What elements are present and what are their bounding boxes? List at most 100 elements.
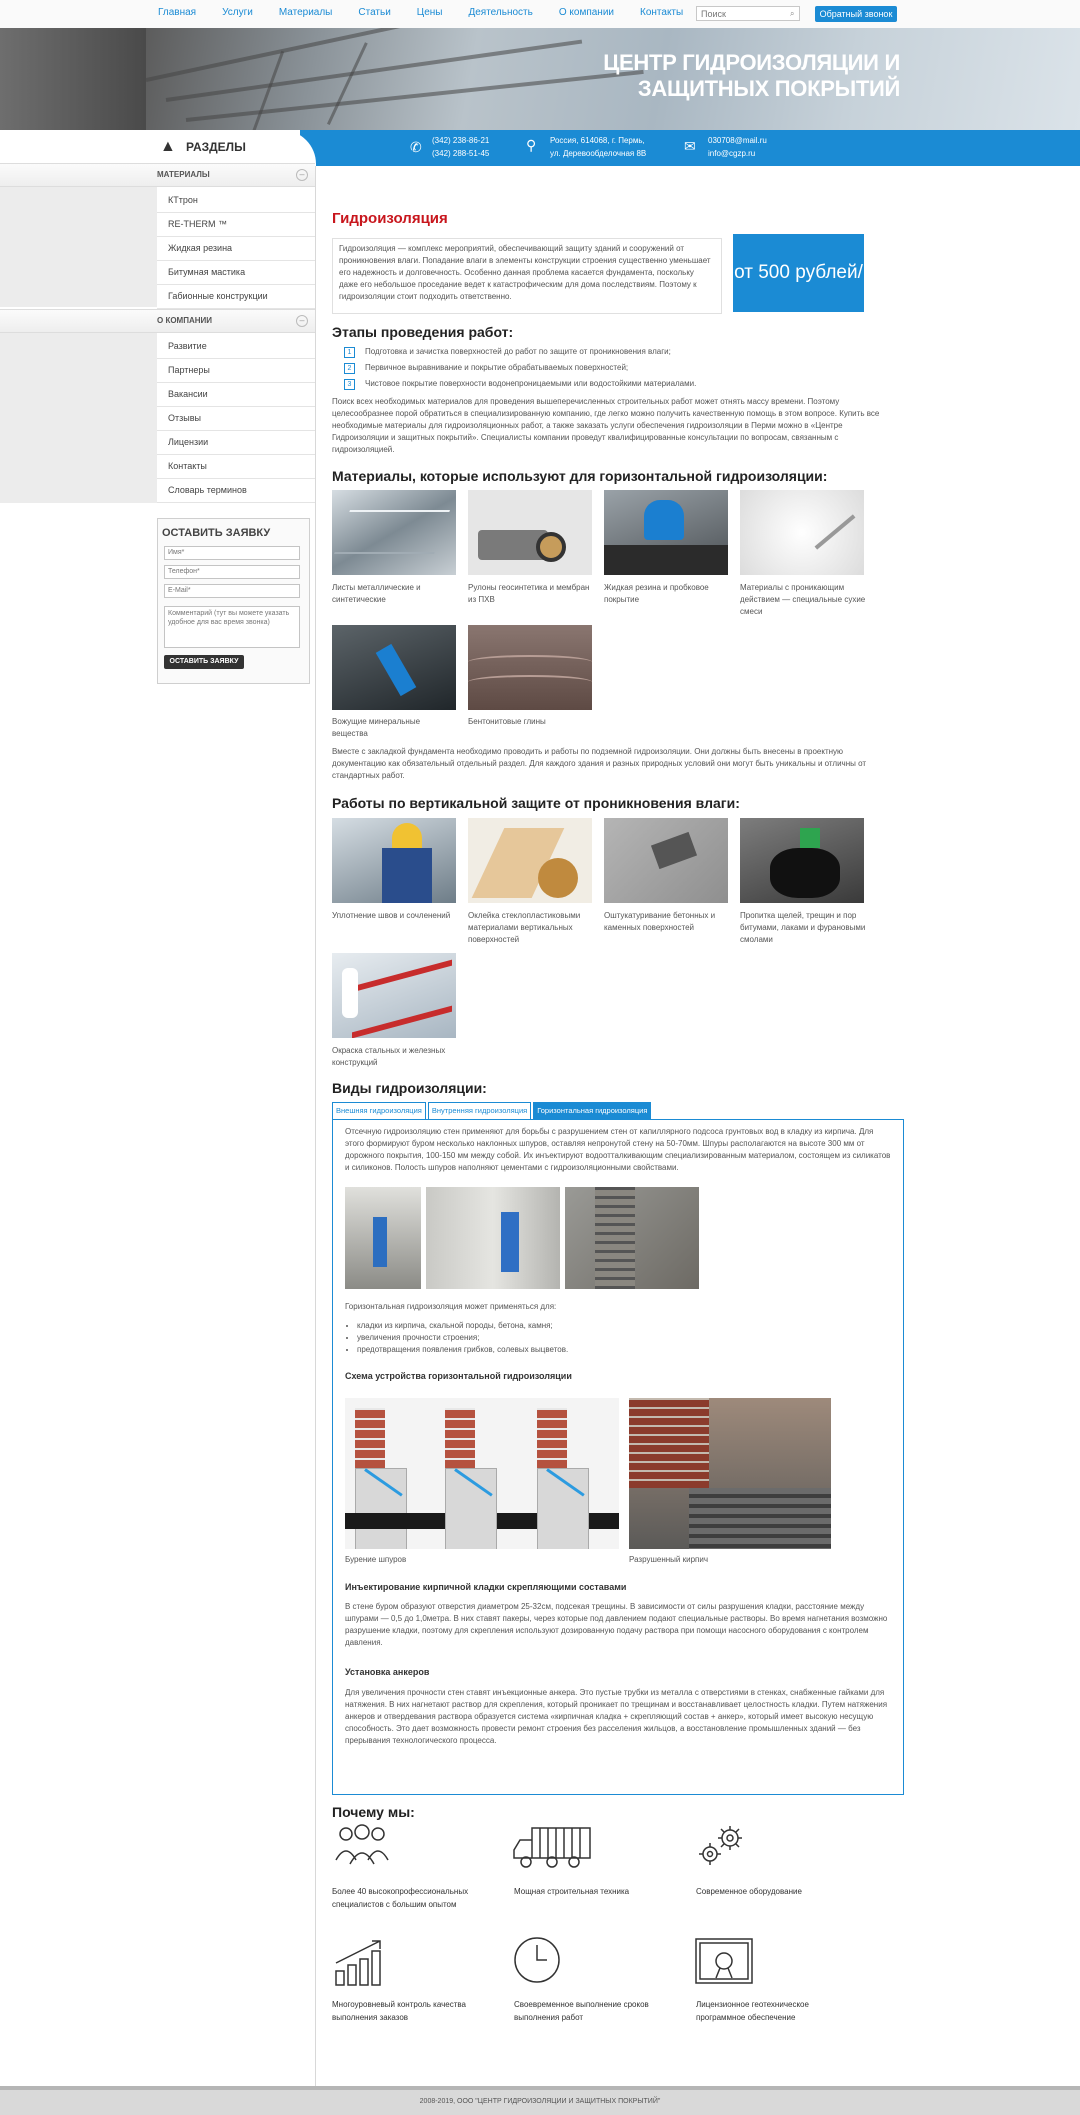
- step-text: Подготовка и зачистка поверхностей до ра…: [365, 347, 671, 356]
- sidebar-item-bitumen-mastic[interactable]: Битумная мастика: [157, 260, 315, 285]
- search-icon[interactable]: ⌕: [790, 9, 794, 19]
- membrane-rolls-image: [468, 490, 592, 575]
- sidebar-item-label: Битумная мастика: [168, 267, 246, 277]
- applied-intro: Горизонтальная гидроизоляция может приме…: [345, 1302, 557, 1311]
- scheme-caption: Разрушенный кирпич: [629, 1555, 708, 1564]
- submit-request-button[interactable]: ОСТАВИТЬ ЗАЯВКУ: [164, 655, 244, 669]
- step-number: 2: [344, 363, 355, 374]
- sidebar-item-licenses[interactable]: Лицензии: [157, 430, 315, 455]
- phone-field[interactable]: Телефон*: [164, 565, 300, 579]
- vertical-caption: Окраска стальных и железных конструкций: [332, 1046, 446, 1067]
- clock-icon: [514, 1937, 560, 1983]
- section-title-materials: МАТЕРИАЛЫ: [157, 170, 210, 179]
- top-navigation: Главная Услуги Материалы Статьи Цены Дея…: [0, 0, 1080, 29]
- callback-button[interactable]: Обратный звонок: [815, 6, 897, 22]
- sidebar-item-liquid-rubber[interactable]: Жидкая резина: [157, 236, 315, 261]
- nav-about[interactable]: О компании: [559, 7, 614, 18]
- vertical-caption: Пропитка щелей, трещин и пор битумами, л…: [740, 911, 866, 944]
- sidebar-section-materials[interactable]: МАТЕРИАЛЫ –: [0, 163, 315, 187]
- anchor-title: Установка анкеров: [345, 1667, 430, 1677]
- vertical-caption: Оштукатуривание бетонных и каменных пове…: [604, 911, 716, 932]
- sidebar-item-label: КТтрон: [168, 195, 198, 205]
- sidebar-item-label: Габионные конструкции: [168, 291, 268, 301]
- sidebar-divider: [315, 166, 316, 2086]
- specialists-icon: [335, 1824, 389, 1865]
- why-item-text: Многоуровневый контроль качества выполне…: [332, 2000, 466, 2022]
- sidebar-item-gabions[interactable]: Габионные конструкции: [157, 284, 315, 309]
- wall-photo: [565, 1187, 699, 1289]
- sidebar-item-reviews[interactable]: Отзывы: [157, 406, 315, 431]
- phone-icon: ✆: [410, 139, 422, 155]
- site-title-line1: ЦЕНТР ГИДРОИЗОЛЯЦИИ И: [603, 50, 900, 75]
- impregnation-image: [740, 818, 864, 903]
- tab-horizontal[interactable]: Горизонтальная гидроизоляция: [533, 1102, 652, 1119]
- anchor-text: Для увеличения прочности стен ставят инъ…: [345, 1688, 888, 1745]
- truck-icon: [513, 1827, 591, 1868]
- sidebar-item-retherm[interactable]: RE-THERM ™: [157, 212, 315, 237]
- worker-photo: [426, 1187, 560, 1289]
- sidebar-item-label: Партнеры: [168, 365, 210, 375]
- nav-services[interactable]: Услуги: [222, 7, 253, 18]
- tab-panel-horizontal: Отсечную гидроизоляцию стен применяют дл…: [332, 1119, 904, 1795]
- intro-text: Гидроизоляция — комплекс мероприятий, об…: [339, 244, 711, 301]
- scheme-title: Схема устройства горизонтальной гидроизо…: [345, 1371, 572, 1381]
- sidebar-item-label: Вакансии: [168, 389, 208, 399]
- sidebar-item-label: Жидкая резина: [168, 243, 233, 253]
- gears-icon: [699, 1826, 742, 1865]
- contact-emails: 030708@mail.ru info@cgzp.ru: [708, 134, 767, 160]
- list-item: предотвращения появления грибков, солевы…: [357, 1344, 568, 1356]
- nav-contacts[interactable]: Контакты: [640, 7, 683, 18]
- sidebar-item-partners[interactable]: Партнеры: [157, 358, 315, 383]
- intro-box: Гидроизоляция — комплекс мероприятий, об…: [332, 238, 722, 314]
- email-2[interactable]: info@cgzp.ru: [708, 147, 767, 160]
- section-title-company: О КОМПАНИИ: [157, 316, 213, 325]
- mail-icon: ✉: [684, 138, 696, 154]
- tab-external[interactable]: Внешняя гидроизоляция: [332, 1102, 426, 1119]
- drilling-photo: [345, 1187, 421, 1289]
- sidebar-section-company[interactable]: О КОМПАНИИ –: [0, 309, 315, 333]
- email-field[interactable]: E-Mail*: [164, 584, 300, 598]
- sidebar-item-vacancies[interactable]: Вакансии: [157, 382, 315, 407]
- price-badge: от 500 рублей/м2: [733, 234, 864, 361]
- vertical-caption: Оклейка стеклопластиковыми материалами в…: [468, 911, 581, 944]
- sidebar-item-ktron[interactable]: КТтрон: [157, 188, 315, 213]
- contact-bar: ✆ (342) 238-86-21 (342) 288-51-45 ⚲ Росс…: [300, 130, 1080, 166]
- sidebar-item-label: RE-THERM ™: [168, 219, 227, 229]
- sidebar-title: РАЗДЕЛЫ: [186, 140, 246, 154]
- phone-1[interactable]: (342) 238-86-21: [432, 134, 489, 147]
- sidebar-item-label: Развитие: [168, 341, 207, 351]
- nav-home[interactable]: Главная: [158, 7, 196, 18]
- phone-2[interactable]: (342) 288-51-45: [432, 147, 489, 160]
- email-1[interactable]: 030708@mail.ru: [708, 134, 767, 147]
- search-input[interactable]: [696, 6, 800, 21]
- sidebar-item-development[interactable]: Развитие: [157, 334, 315, 359]
- sidebar-header: ▲ РАЗДЕЛЫ: [0, 130, 316, 166]
- sidebar-item-contacts[interactable]: Контакты: [157, 454, 315, 479]
- liquid-rubber-image: [604, 490, 728, 575]
- address-line1: Россия, 614068, г. Пермь,: [550, 136, 645, 145]
- tab-internal[interactable]: Внутренняя гидроизоляция: [427, 1102, 532, 1119]
- nav-articles[interactable]: Статьи: [358, 7, 390, 18]
- comment-field[interactable]: Комментарий (тут вы можете указать удобн…: [164, 606, 300, 648]
- step-text: Первичное выравнивание и покрытие обраба…: [365, 363, 629, 372]
- site-title-line2: ЗАЩИТНЫХ ПОКРЫТИЙ: [637, 76, 900, 101]
- nav-prices[interactable]: Цены: [417, 7, 443, 18]
- nav-activity[interactable]: Деятельность: [468, 7, 532, 18]
- sidebar-item-label: Отзывы: [168, 413, 201, 423]
- why-item-text: Более 40 высокопрофессиональных специали…: [332, 1887, 469, 1909]
- sidebar-item-label: Лицензии: [168, 437, 209, 447]
- material-caption: Рулоны геосинтетика и мембран из ПХВ: [468, 583, 590, 604]
- collapse-icon[interactable]: –: [296, 169, 308, 181]
- contact-address: Россия, 614068, г. Пермь, ул. Деревообде…: [550, 134, 646, 160]
- sidebar-item-glossary[interactable]: Словарь терминов: [157, 478, 315, 503]
- material-caption: Листы металлические и синтетические: [332, 583, 421, 604]
- quality-chart-icon: [335, 1940, 381, 1986]
- material-caption: Материалы с проникающим действием — спец…: [740, 583, 866, 616]
- name-field[interactable]: Имя*: [164, 546, 300, 560]
- damaged-brick-photo: [629, 1398, 831, 1549]
- nav-materials[interactable]: Материалы: [279, 7, 333, 18]
- stages-text: Поиск всех необходимых материалов для пр…: [332, 397, 880, 454]
- scheme-diagram: [345, 1398, 619, 1549]
- step-number: 1: [344, 347, 355, 358]
- collapse-icon[interactable]: –: [296, 315, 308, 327]
